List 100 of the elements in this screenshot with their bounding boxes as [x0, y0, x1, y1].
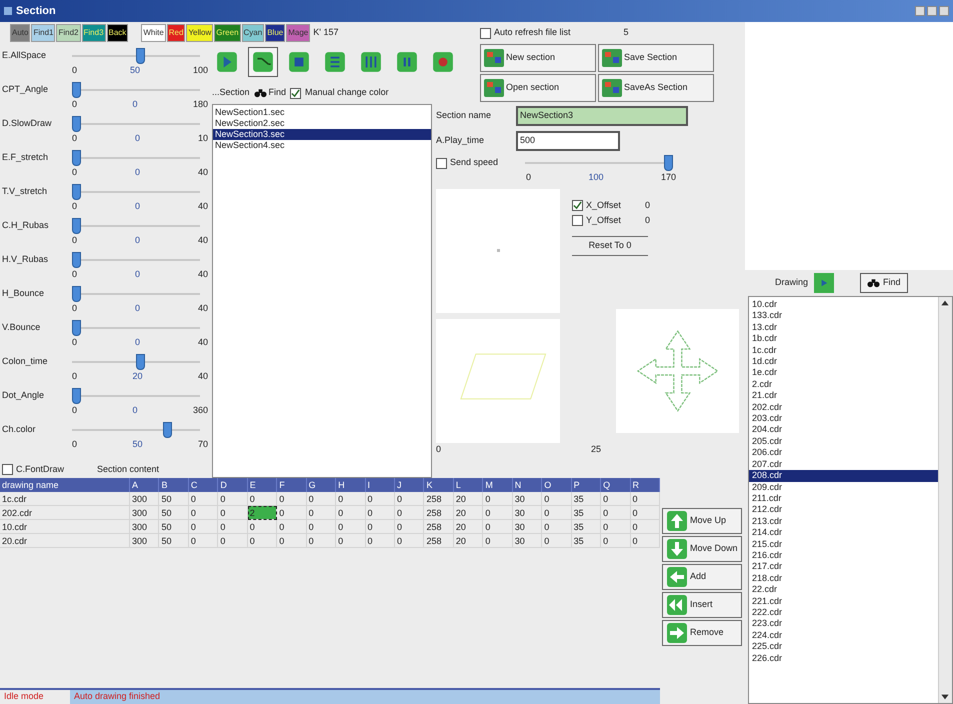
slider-thumb[interactable]	[664, 155, 673, 171]
drawing-file-item[interactable]: 207.cdr	[749, 458, 938, 470]
drawing-file-item[interactable]: 225.cdr	[749, 641, 938, 653]
drawing-file-item[interactable]: 21.cdr	[749, 390, 938, 402]
list-action-button[interactable]: Insert	[662, 592, 742, 618]
slider-thumb[interactable]	[72, 252, 81, 268]
color-button[interactable]: Cyan	[242, 24, 264, 42]
drawing-file-item[interactable]: 10.cdr	[749, 299, 938, 310]
column-header[interactable]: P	[572, 478, 602, 492]
checkbox[interactable]	[436, 158, 447, 168]
toolbar-button[interactable]	[248, 47, 278, 77]
reset-button[interactable]: Reset To 0	[572, 236, 648, 256]
file-button[interactable]: Save Section	[598, 44, 714, 72]
slider-thumb[interactable]	[72, 82, 81, 98]
column-header[interactable]: K	[424, 478, 454, 492]
column-header[interactable]: A	[130, 478, 160, 492]
color-button[interactable]: Red	[166, 24, 186, 42]
section-file-item[interactable]: NewSection4.sec	[213, 140, 431, 151]
column-header[interactable]: Q	[601, 478, 631, 492]
slider-thumb[interactable]	[72, 116, 81, 132]
drawing-file-item[interactable]: 1c.cdr	[749, 344, 938, 356]
drawing-file-item[interactable]: 1d.cdr	[749, 356, 938, 368]
color-button[interactable]: Yellow	[186, 24, 214, 42]
drawing-file-item[interactable]: 1e.cdr	[749, 367, 938, 379]
drawing-file-item[interactable]: 206.cdr	[749, 447, 938, 459]
column-header[interactable]: R	[630, 478, 660, 492]
slider-thumb[interactable]	[163, 422, 172, 438]
section-file-item[interactable]: NewSection3.sec	[213, 129, 431, 140]
slider-thumb[interactable]	[136, 354, 144, 370]
column-header[interactable]: G	[306, 478, 336, 492]
drawing-file-item[interactable]: 203.cdr	[749, 413, 938, 424]
play-button[interactable]	[814, 273, 834, 293]
checkbox[interactable]	[290, 88, 302, 98]
drawing-file-item[interactable]: 221.cdr	[749, 596, 938, 607]
drawing-file-item[interactable]: 205.cdr	[749, 436, 938, 448]
drawing-file-item[interactable]: 202.cdr	[749, 402, 938, 414]
color-button[interactable]: Find2	[56, 24, 80, 42]
close-button[interactable]	[939, 6, 949, 16]
column-header[interactable]: H	[336, 478, 366, 492]
checkbox[interactable]	[2, 464, 13, 475]
find-button[interactable]: Find	[254, 86, 286, 100]
drawing-file-item[interactable]: 22.cdr	[749, 584, 938, 596]
drawing-file-item[interactable]: 2.cdr	[749, 378, 938, 390]
column-header[interactable]: O	[542, 478, 572, 492]
checkbox[interactable]	[572, 215, 583, 226]
list-action-button[interactable]: Move Up	[662, 508, 742, 534]
drawing-file-item[interactable]: 209.cdr	[749, 482, 938, 493]
color-button[interactable]: Green	[214, 24, 241, 42]
drawing-file-item[interactable]: 218.cdr	[749, 572, 938, 584]
color-button[interactable]: Find1	[31, 24, 56, 42]
maximize-button[interactable]	[927, 6, 937, 16]
slider-thumb[interactable]	[72, 150, 81, 166]
column-header[interactable]: M	[483, 478, 513, 492]
drawing-file-item[interactable]: 226.cdr	[749, 652, 938, 664]
drawing-file-item[interactable]: 13.cdr	[749, 322, 938, 334]
drawing-file-item[interactable]: 224.cdr	[749, 630, 938, 642]
slider-thumb[interactable]	[72, 320, 81, 336]
slider-thumb[interactable]	[72, 184, 81, 200]
section-file-item[interactable]: NewSection1.sec	[213, 107, 431, 118]
column-header[interactable]: D	[218, 478, 248, 492]
slider-thumb[interactable]	[72, 388, 81, 404]
column-header[interactable]: F	[277, 478, 307, 492]
column-header[interactable]: J	[395, 478, 424, 492]
color-button[interactable]: Blue	[265, 24, 286, 42]
drawing-file-item[interactable]: 214.cdr	[749, 527, 938, 539]
scrollbar[interactable]	[938, 297, 952, 703]
drawing-file-item[interactable]: 216.cdr	[749, 550, 938, 562]
list-action-button[interactable]: Move Down	[662, 536, 742, 562]
column-header[interactable]: N	[512, 478, 542, 492]
speed-slider-track[interactable]	[525, 155, 673, 171]
drawing-file-item[interactable]: 222.cdr	[749, 606, 938, 618]
minimize-button[interactable]	[915, 6, 925, 16]
drawing-file-item[interactable]: 211.cdr	[749, 492, 938, 504]
column-header[interactable]: drawing name	[0, 478, 130, 492]
find-button[interactable]: Find	[860, 273, 908, 293]
slider-thumb[interactable]	[136, 48, 144, 64]
play-time-field[interactable]: 500	[516, 131, 620, 151]
column-header[interactable]: C	[188, 478, 218, 492]
checkbox[interactable]	[572, 200, 583, 211]
section-name-field[interactable]: NewSection3	[516, 106, 688, 126]
column-header[interactable]: L	[454, 478, 484, 492]
file-button[interactable]: Open section	[480, 74, 596, 102]
drawing-file-item[interactable]: 215.cdr	[749, 538, 938, 550]
section-file-item[interactable]: NewSection2.sec	[213, 118, 431, 129]
drawing-file-item[interactable]: 208.cdr	[749, 470, 938, 482]
drawing-file-item[interactable]: 217.cdr	[749, 561, 938, 573]
file-button[interactable]: New section	[480, 44, 596, 72]
column-header[interactable]: B	[159, 478, 189, 492]
file-button[interactable]: SaveAs Section	[598, 74, 714, 102]
list-action-button[interactable]: Remove	[662, 620, 742, 646]
drawing-file-item[interactable]: 1b.cdr	[749, 333, 938, 345]
column-header[interactable]: E	[248, 478, 278, 492]
drawing-file-item[interactable]: 212.cdr	[749, 504, 938, 516]
drawing-file-item[interactable]: 223.cdr	[749, 618, 938, 630]
list-action-button[interactable]: Add	[662, 564, 742, 590]
drawing-file-item[interactable]: 213.cdr	[749, 516, 938, 528]
drawing-file-item[interactable]: 204.cdr	[749, 424, 938, 436]
color-button[interactable]: Back	[106, 24, 128, 42]
slider-thumb[interactable]	[72, 218, 81, 234]
column-header[interactable]: I	[366, 478, 395, 492]
